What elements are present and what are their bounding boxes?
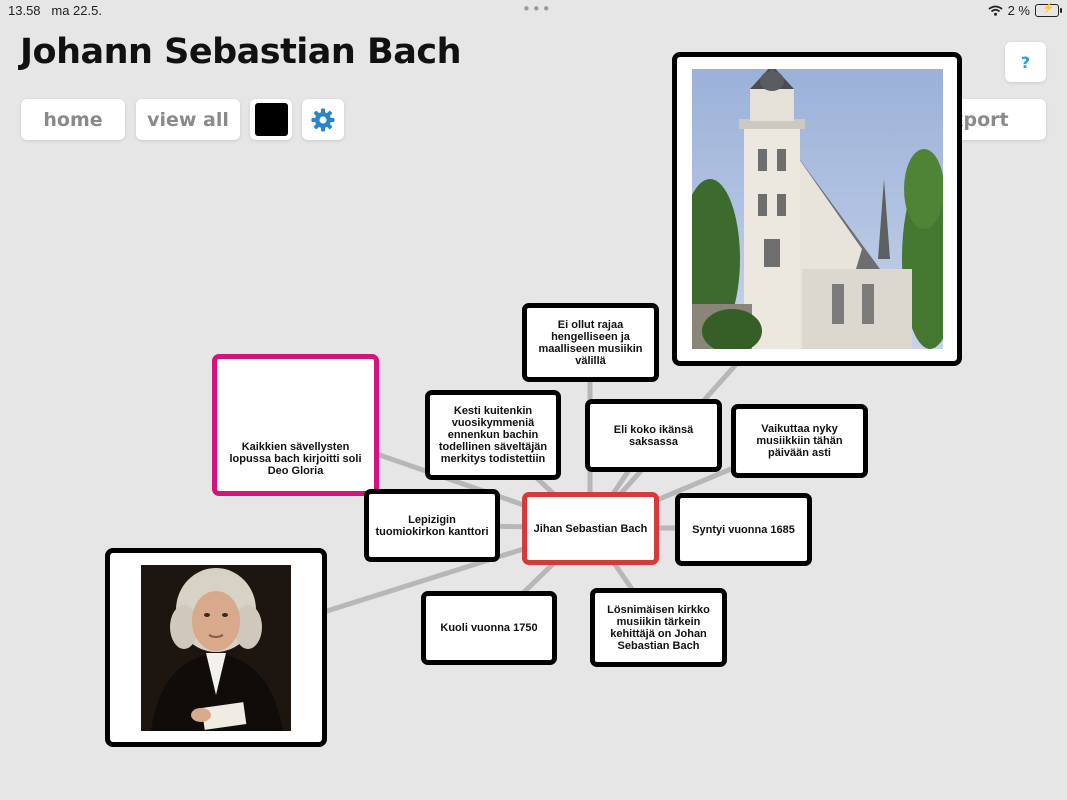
node-text: Lepizigin tuomiokirkon kanttori [375, 513, 489, 538]
node-text: Kaikkien sävellysten lopussa bach kirjoi… [229, 441, 362, 477]
node-soli-deo-gloria[interactable]: Kaikkien sävellysten lopussa bach kirjoi… [212, 354, 379, 496]
church-image [692, 69, 943, 349]
node-text: Eli koko ikänsä saksassa [613, 423, 694, 448]
portrait-image-node[interactable] [105, 548, 327, 747]
node-center[interactable]: Jihan Sebastian Bach [522, 492, 659, 565]
node-born-1685[interactable]: Syntyi vuonna 1685 [675, 493, 812, 566]
bach-portrait-image [141, 565, 291, 731]
node-text: Ei ollut rajaa hengelliseen ja maallisee… [538, 318, 643, 367]
node-lived-germany[interactable]: Eli koko ikänsä saksassa [585, 399, 722, 472]
node-leipzig-cantor[interactable]: Lepizigin tuomiokirkon kanttori [364, 489, 500, 562]
node-influence[interactable]: Vaikuttaa nyky musiikkiin tähän päivään … [731, 404, 868, 478]
node-text: Jihan Sebastian Bach [533, 522, 648, 535]
church-image-node[interactable] [672, 52, 962, 366]
node-died-1750[interactable]: Kuoli vuonna 1750 [421, 591, 557, 665]
node-no-boundary[interactable]: Ei ollut rajaa hengelliseen ja maallisee… [522, 303, 659, 382]
node-church-music[interactable]: Lösnimäisen kirkko musiikin tärkein kehi… [590, 588, 727, 667]
node-text: Kesti kuitenkin vuosikymmeniä ennenkun b… [438, 405, 548, 465]
node-text: Vaikuttaa nyky musiikkiin tähän päivään … [756, 423, 843, 459]
church-illustration [692, 69, 943, 349]
portrait-illustration [141, 565, 291, 731]
node-text: Kuoli vuonna 1750 [440, 622, 538, 634]
node-text: Syntyi vuonna 1685 [692, 523, 795, 536]
node-text: Lösnimäisen kirkko musiikin tärkein kehi… [607, 603, 710, 652]
node-recognition[interactable]: Kesti kuitenkin vuosikymmeniä ennenkun b… [425, 390, 561, 480]
